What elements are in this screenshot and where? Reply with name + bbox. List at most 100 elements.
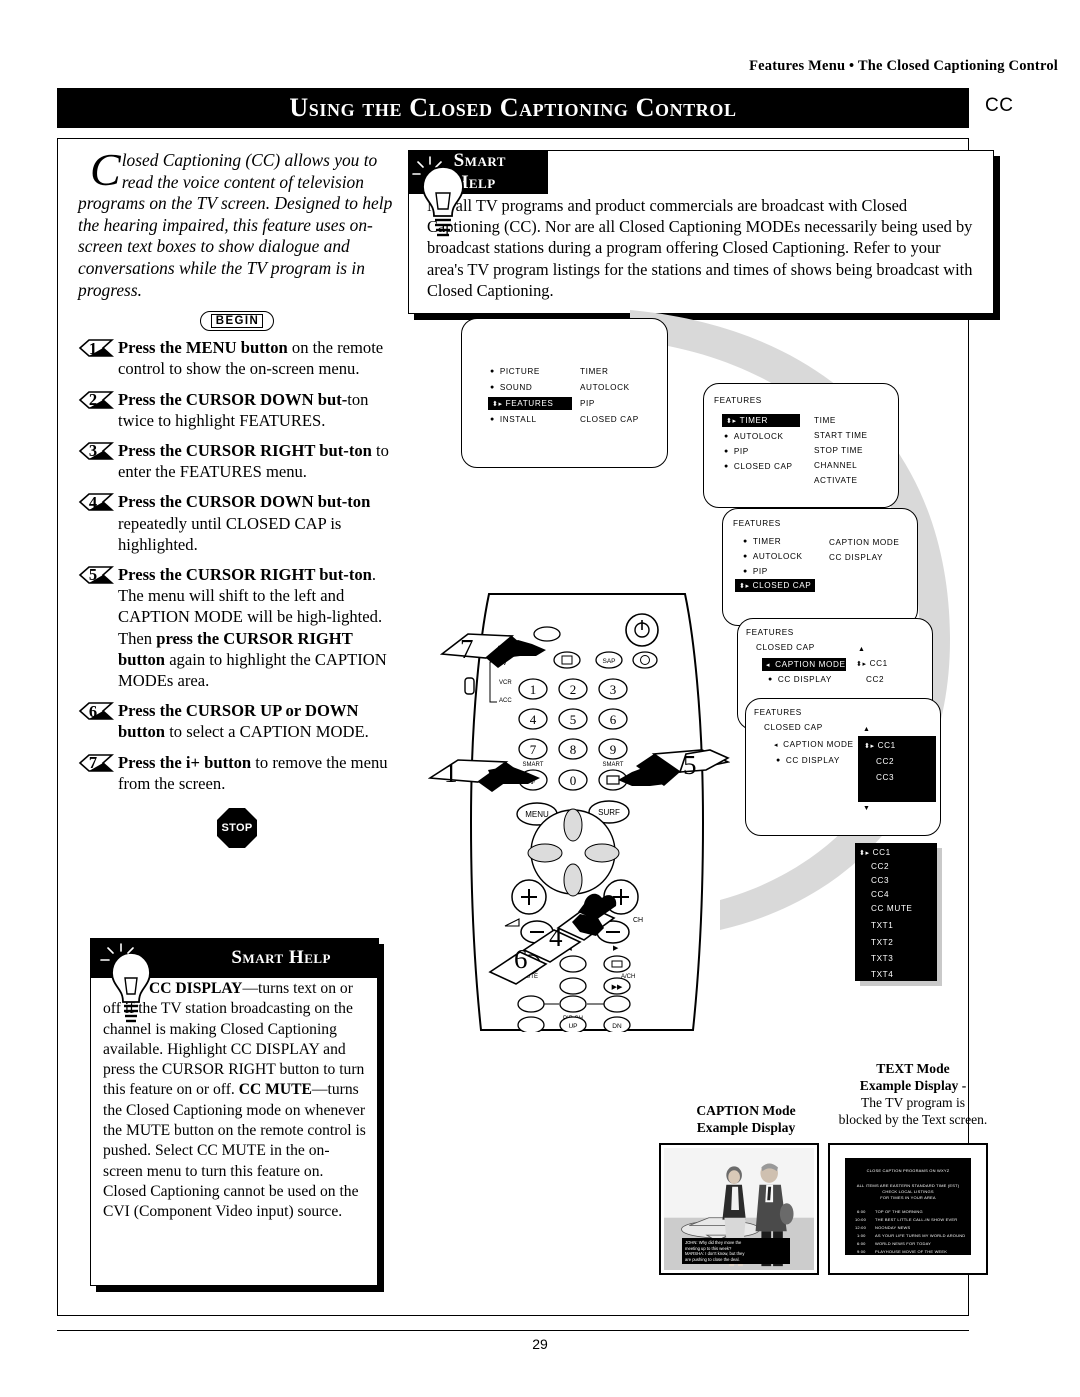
caption-mode-label-line2: Example Display bbox=[696, 1120, 796, 1135]
cc-display-term: CC DISPLAY bbox=[149, 980, 243, 997]
page-title-bar: Using the Closed Captioning Control bbox=[57, 88, 969, 128]
page-number: 29 bbox=[532, 1336, 548, 1352]
step-digit: 2 bbox=[88, 389, 98, 409]
osd-item-caption-mode-highlighted[interactable]: CAPTION MODE bbox=[762, 658, 846, 671]
listing-name-4: AS YOUR LIFE TURNS MY WORLD AROUND bbox=[875, 1232, 966, 1238]
osd-features-timer: FEATURES TIMER AUTOLOCK PIP CLOSED CAP T… bbox=[703, 383, 899, 508]
osd-item-pip[interactable]: PIP bbox=[743, 567, 768, 576]
callout-number-1: 1 bbox=[444, 758, 458, 788]
step-digit: 5 bbox=[88, 565, 98, 585]
cc-badge: CC bbox=[985, 95, 1014, 116]
osd-item-autolock[interactable]: AUTOLOCK bbox=[724, 432, 784, 441]
osd-list-cc4[interactable]: CC4 bbox=[871, 890, 889, 899]
listing-name-5: WORLD NEWS FOR TODAY bbox=[875, 1240, 932, 1246]
osd-item-autolock[interactable]: AUTOLOCK bbox=[743, 552, 803, 561]
osd-item-timer[interactable]: TIMER bbox=[580, 367, 608, 376]
osd-item-caption-mode[interactable]: CAPTION MODE bbox=[829, 538, 899, 547]
cc-mute-desc: —turns the Closed Captioning mode on whe… bbox=[103, 1081, 366, 1221]
text-mode-example-display: CLOSE CAPTION PROGRAMS ON WXYZ ALL ITEMS… bbox=[828, 1143, 988, 1275]
osd-item-cc-display[interactable]: CC DISPLAY bbox=[768, 675, 832, 684]
osd-item-closed-cap-highlighted[interactable]: CLOSED CAP bbox=[735, 579, 815, 592]
osd-item-sound[interactable]: SOUND bbox=[490, 383, 532, 392]
text-mode-label-line4: blocked by the Text screen. bbox=[838, 1112, 988, 1127]
step-6: 6 Press the CURSOR UP or DOWN button to … bbox=[78, 700, 396, 742]
osd-list-cc1[interactable]: CC1 bbox=[859, 848, 891, 857]
svg-text:6: 6 bbox=[610, 712, 617, 727]
footer-rule bbox=[57, 1330, 969, 1331]
listing-name-2: THE BEST LITTLE CALL-IN SHOW EVER bbox=[875, 1216, 958, 1222]
listing-time-3: 12:00 bbox=[855, 1224, 867, 1230]
drop-cap: C bbox=[90, 144, 121, 195]
osd-scroll-up-arrow[interactable]: ▲ bbox=[863, 726, 871, 733]
osd-item-time[interactable]: TIME bbox=[814, 416, 836, 425]
svg-text:2: 2 bbox=[570, 682, 577, 697]
osd-modes-box: CC1 CC2 CC3 bbox=[858, 736, 936, 802]
step-4-bold2: ton bbox=[347, 492, 371, 512]
callout-number-6: 6 bbox=[514, 944, 528, 974]
osd-mode-cc1-selected[interactable]: CC1 bbox=[864, 741, 896, 750]
osd-item-activate[interactable]: ACTIVATE bbox=[814, 476, 858, 485]
svg-text:1: 1 bbox=[530, 682, 537, 697]
osd-list-txt4[interactable]: TXT4 bbox=[871, 970, 893, 979]
step-5-bold: Press the CURSOR RIGHT but- bbox=[118, 564, 349, 584]
osd-mode-cc1[interactable]: CC1 bbox=[856, 659, 888, 668]
step-5: 5 Press the CURSOR RIGHT but-ton. The me… bbox=[78, 564, 396, 691]
osd-item-autolock[interactable]: AUTOLOCK bbox=[580, 383, 630, 392]
osd-item-closed-cap[interactable]: CLOSED CAP bbox=[724, 462, 793, 471]
step-6-rest: to select a CAPTION MODE. bbox=[165, 722, 369, 742]
caption-mode-label-line1: CAPTION Mode bbox=[696, 1103, 796, 1118]
stop-label: STOP bbox=[221, 822, 253, 835]
text-screen-note1: ALL ITEMS ARE EASTERN STANDARD TIME (EST… bbox=[856, 1182, 960, 1188]
listing-name-3: NOONDAY NEWS bbox=[875, 1224, 911, 1230]
text-screen-heading: CLOSE CAPTION PROGRAMS ON WXYZ bbox=[866, 1167, 950, 1173]
osd-item-stop-time[interactable]: STOP TIME bbox=[814, 446, 863, 455]
osd-item-closed-cap[interactable]: CLOSED CAP bbox=[580, 415, 639, 424]
osd-mode-cc3[interactable]: CC3 bbox=[876, 773, 894, 782]
step-1: 1 Press the MENU button on the remote co… bbox=[78, 337, 396, 379]
osd-item-timer[interactable]: TIMER bbox=[743, 537, 781, 546]
osd-item-cc-display[interactable]: CC DISPLAY bbox=[776, 756, 840, 765]
osd-item-start-time[interactable]: START TIME bbox=[814, 431, 868, 440]
osd-item-timer-highlighted[interactable]: TIMER bbox=[722, 414, 800, 427]
callout-number-2: 2 bbox=[584, 900, 598, 930]
callout-number-3: 3 bbox=[648, 755, 662, 785]
osd-list-cc3[interactable]: CC3 bbox=[871, 876, 889, 885]
osd-list-txt2[interactable]: TXT2 bbox=[871, 938, 893, 947]
osd-item-install[interactable]: INSTALL bbox=[490, 415, 537, 424]
listing-time-6: 9:00 bbox=[857, 1248, 866, 1254]
osd-list-cc-mute[interactable]: CC MUTE bbox=[871, 904, 913, 913]
callout-number-5: 5 bbox=[683, 750, 697, 780]
osd-item-caption-mode[interactable]: CAPTION MODE bbox=[774, 740, 854, 749]
step-digit: 7 bbox=[88, 753, 98, 773]
intro-text: losed Captioning (CC) allows you to read… bbox=[78, 150, 393, 300]
svg-text:SURF: SURF bbox=[598, 808, 620, 817]
step-number-3: 3 bbox=[78, 441, 114, 461]
svg-text:4: 4 bbox=[530, 712, 537, 727]
smart-help-top-text: Not all TV programs and product commerci… bbox=[427, 196, 973, 300]
osd-mode-cc2[interactable]: CC2 bbox=[876, 757, 894, 766]
svg-text:5: 5 bbox=[570, 712, 577, 727]
step-number-7: 7 bbox=[78, 753, 114, 773]
osd-item-features-highlighted[interactable]: FEATURES bbox=[488, 397, 572, 410]
osd-list-txt1[interactable]: TXT1 bbox=[871, 921, 893, 930]
listing-time-5: 6:00 bbox=[857, 1240, 866, 1246]
osd-list-txt3[interactable]: TXT3 bbox=[871, 954, 893, 963]
listing-time-1: 6:00 bbox=[857, 1208, 866, 1214]
osd-mode-cc2[interactable]: CC2 bbox=[866, 675, 884, 684]
smart-help-top: Smart Help Not all TV programs and produ… bbox=[407, 149, 1000, 321]
listing-name-6: PLAYHOUSE MOVIE OF THE WEEK bbox=[875, 1248, 948, 1254]
smart-help-bottom: Smart Help CC DISPLAY—turns text on or o… bbox=[89, 937, 384, 1292]
listing-time-2: 10:00 bbox=[855, 1216, 867, 1222]
osd-item-pip[interactable]: PIP bbox=[580, 399, 595, 408]
osd-list-cc2[interactable]: CC2 bbox=[871, 862, 889, 871]
osd-item-picture[interactable]: PICTURE bbox=[490, 367, 540, 376]
text-mode-example-label: TEXT Mode Example Display - The TV progr… bbox=[824, 1060, 1002, 1128]
osd-item-channel[interactable]: CHANNEL bbox=[814, 461, 857, 470]
osd-item-pip[interactable]: PIP bbox=[724, 447, 749, 456]
callout-arrow-3-5 bbox=[618, 749, 730, 786]
step-number-1: 1 bbox=[78, 338, 114, 358]
smart-help-bottom-body: Smart Help CC DISPLAY—turns text on or o… bbox=[89, 937, 379, 1286]
begin-badge: BEGIN bbox=[200, 311, 274, 332]
osd-item-cc-display[interactable]: CC DISPLAY bbox=[829, 553, 883, 562]
osd-scroll-down-arrow[interactable]: ▼ bbox=[863, 805, 871, 812]
